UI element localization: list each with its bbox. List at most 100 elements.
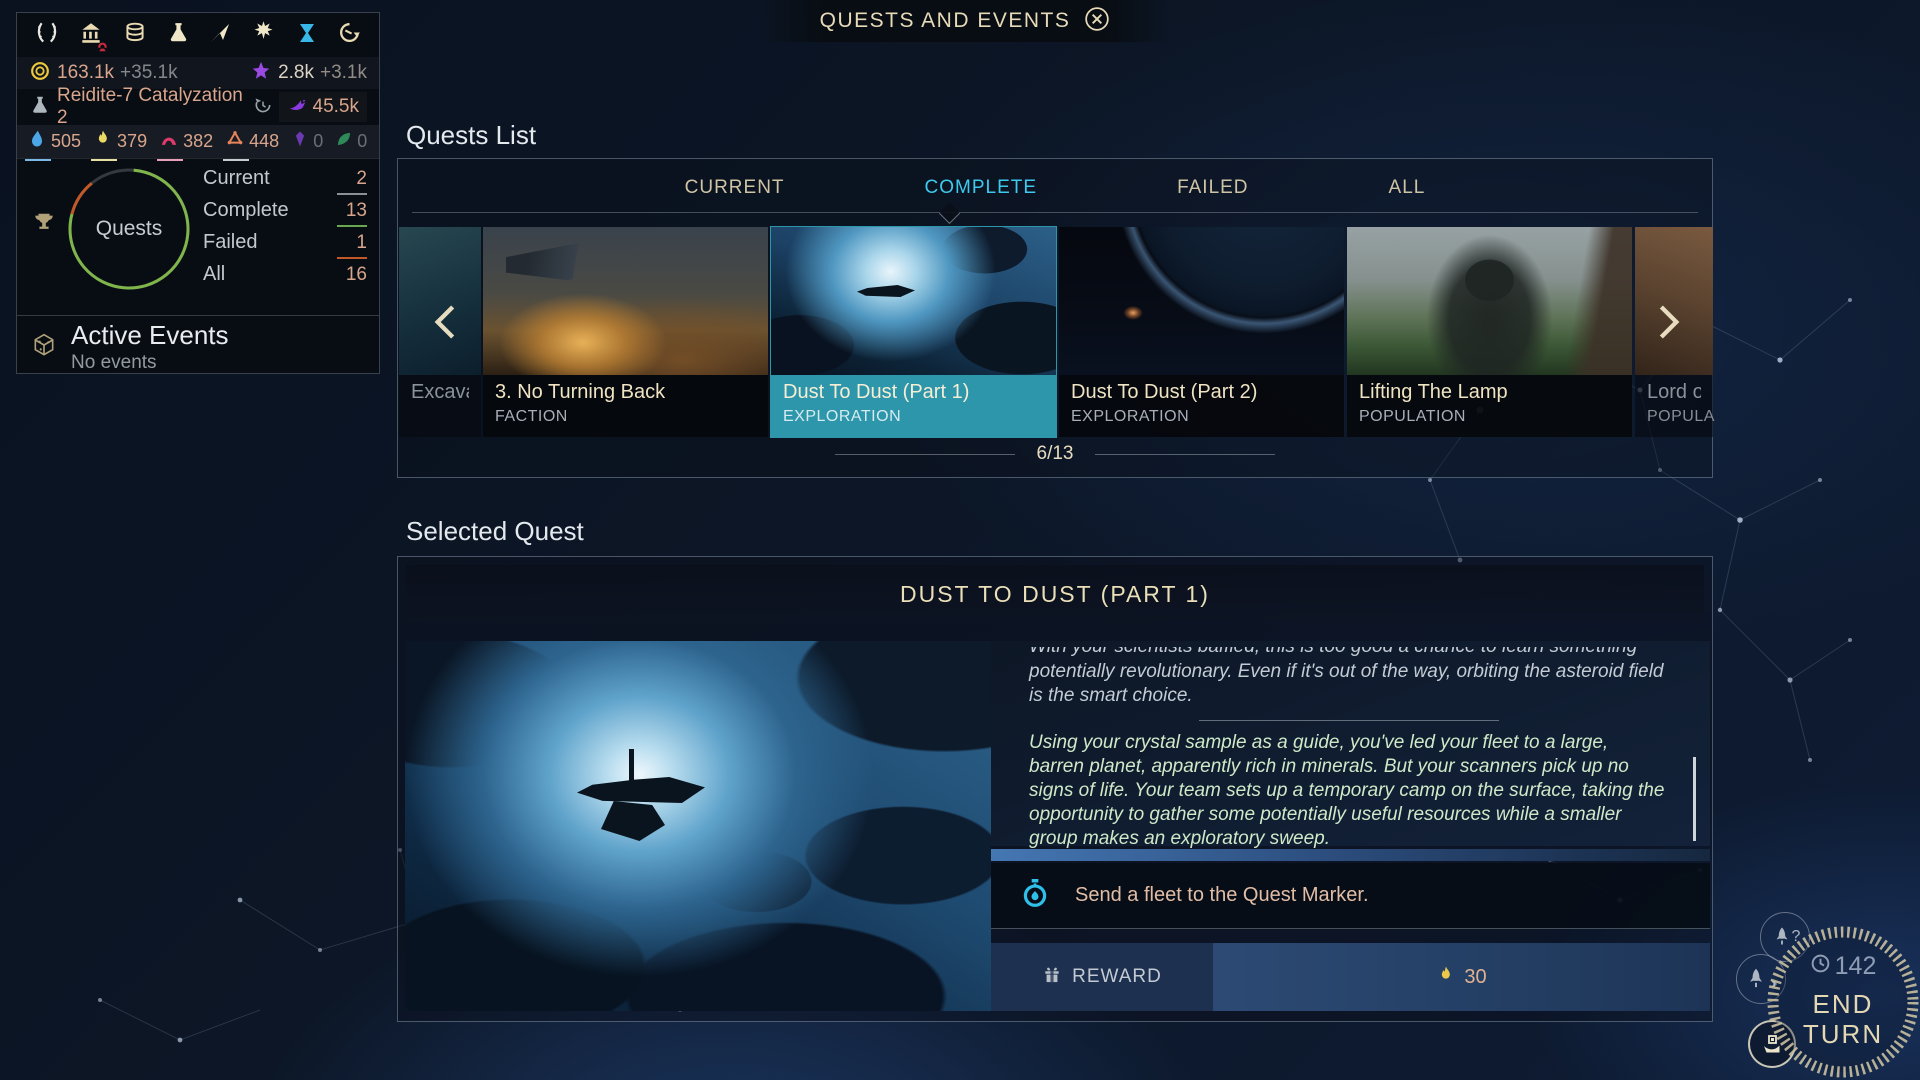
active-events-title: Active Events [71, 320, 229, 351]
strategic-hyperium[interactable]: 379 [93, 129, 147, 154]
turn-timer: 142 [1810, 952, 1877, 981]
gold-coin-icon [29, 60, 51, 87]
tab-complete[interactable]: COMPLETE [915, 173, 1048, 209]
active-events-empty: No events [71, 352, 157, 374]
reward-value: 30 [1464, 966, 1486, 989]
quests-row-complete: Complete 13 [203, 199, 367, 231]
description-divider [1199, 720, 1499, 721]
dust-coins-icon[interactable] [122, 20, 148, 51]
gold-value: 163.1k [57, 62, 114, 84]
quests-ring-label: Quests [63, 163, 195, 295]
dice-icon [31, 332, 57, 363]
quest-description-p2: Using your crystal sample as a guide, yo… [1029, 731, 1668, 851]
quests-list-title: Quests List [406, 120, 536, 151]
empire-hud-panel: 163.1k +35.1k 2.8k +3.1k Reidite-7 Catal… [16, 12, 380, 374]
quests-summary: Quests Current 2 Complete 13 Failed 1 Al… [17, 159, 379, 315]
sun-gear-icon[interactable] [250, 19, 277, 51]
quest-filter-tabs: CURRENT COMPLETE FAILED ALL [398, 173, 1712, 209]
description-scrollbar[interactable] [1693, 757, 1696, 841]
quests-row-all: All 16 [203, 263, 367, 295]
selected-quest-image [405, 641, 991, 1011]
end-turn-button[interactable]: 142 END TURN [1763, 922, 1920, 1080]
quest-card-lifting-the-lamp[interactable]: Lifting The LampPOPULATION [1347, 227, 1632, 437]
strategic-resources-row: 505 379 382 448 0 [17, 125, 379, 159]
trade-icon[interactable] [337, 20, 362, 50]
turn-clock-icon [1810, 952, 1831, 981]
quest-card-carousel: Excava. 3. No Turning BackFACTION Dust T… [398, 227, 1712, 437]
hud-menu-icons [17, 13, 379, 57]
quest-card-dust-to-dust-2[interactable]: Dust To Dust (Part 2)EXPLORATION [1059, 227, 1344, 437]
empire-icon[interactable] [78, 20, 104, 51]
quest-description-p1: potentially revolutionary. Even if it's … [1029, 660, 1668, 708]
antimatter-icon [225, 129, 245, 154]
quadrinix-icon [291, 130, 309, 153]
tab-all[interactable]: ALL [1379, 173, 1436, 209]
tab-current[interactable]: CURRENT [675, 173, 795, 209]
screen-header: QUESTS AND EVENTS [760, 0, 1170, 42]
quest-description-clipped-line: With your scientists baffled, this is to… [1029, 647, 1668, 660]
quest-card-dust-to-dust-1[interactable]: Dust To Dust (Part 1)EXPLORATION [771, 227, 1056, 437]
quest-card-image [1347, 227, 1632, 375]
turn-number: 142 [1835, 952, 1877, 981]
science-stock-chip: 45.5k [279, 92, 367, 122]
influence-value: 2.8k [278, 62, 314, 84]
strategic-antimatter[interactable]: 448 [225, 129, 279, 154]
reward-value-area: 30 [1213, 943, 1710, 1011]
strategic-quadrinix[interactable]: 0 [291, 130, 323, 153]
selected-quest-header: DUST TO DUST (PART 1) [406, 565, 1704, 623]
end-turn-label-2: TURN [1803, 1019, 1883, 1049]
laurel-icon[interactable] [34, 20, 60, 51]
science-stock-value: 45.5k [313, 96, 359, 118]
influence-delta: +3.1k [320, 62, 367, 84]
science-swoosh-icon [287, 94, 309, 121]
selected-quest-title-label: Selected Quest [406, 516, 584, 547]
end-turn-label-1: END [1813, 989, 1874, 1019]
quest-objective-bar: Send a fleet to the Quest Marker. [991, 863, 1710, 929]
strategic-adamantian[interactable]: 382 [159, 129, 213, 154]
quests-row-current: Current 2 [203, 167, 367, 199]
strategic-orichalcix[interactable]: 0 [335, 130, 367, 153]
game-screen: 163.1k +35.1k 2.8k +3.1k Reidite-7 Catal… [0, 0, 1920, 1080]
quest-reward-bar: REWARD 30 [991, 943, 1710, 1011]
science-flask-icon[interactable] [166, 20, 191, 50]
description-progress-bar [991, 849, 1710, 861]
quest-card-image [771, 227, 1056, 375]
explore-arrow-icon[interactable] [208, 21, 232, 50]
quests-summary-rows: Current 2 Complete 13 Failed 1 All 16 [203, 167, 367, 295]
quests-row-failed: Failed 1 [203, 231, 367, 263]
trophy-icon [33, 211, 55, 238]
quest-card-image [1059, 227, 1344, 375]
close-icon[interactable] [1084, 6, 1110, 37]
influence-star-icon [250, 60, 272, 87]
carousel-pager: 6/13 [398, 443, 1712, 465]
quest-card-no-turning-back[interactable]: 3. No Turning BackFACTION [483, 227, 768, 437]
reward-tab[interactable]: REWARD [991, 943, 1213, 1011]
selected-quest-name: DUST TO DUST (PART 1) [900, 581, 1210, 608]
carousel-page-indicator: 6/13 [1037, 443, 1074, 465]
quest-description[interactable]: With your scientists baffled, this is to… [991, 641, 1710, 846]
selected-quest-panel: DUST TO DUST (PART 1) With your scientis… [397, 556, 1713, 1022]
gold-delta: +35.1k [120, 62, 178, 84]
research-row[interactable]: Reidite-7 Catalyzation 2 45.5k [17, 89, 379, 125]
tab-failed[interactable]: FAILED [1167, 173, 1258, 209]
strategic-titanium[interactable]: 505 [27, 129, 81, 154]
titanium-icon [27, 129, 47, 154]
gift-icon [1042, 965, 1062, 990]
active-events-section: Active Events No events [17, 315, 379, 374]
carousel-right-arrow[interactable] [1642, 287, 1694, 357]
tabs-underline [412, 212, 1698, 213]
quest-objective-text: Send a fleet to the Quest Marker. [1075, 884, 1369, 907]
stopwatch-icon [1019, 877, 1051, 914]
hyperium-icon [93, 129, 113, 154]
carousel-left-arrow[interactable] [420, 287, 472, 357]
reward-label: REWARD [1072, 966, 1162, 988]
quest-card-image [483, 227, 768, 375]
adamantian-icon [159, 129, 179, 154]
hyperium-reward-icon [1436, 965, 1456, 990]
quests-list-panel: CURRENT COMPLETE FAILED ALL Excava. 3. N… [397, 158, 1713, 478]
research-label: Reidite-7 Catalyzation 2 [57, 85, 247, 129]
hourglass-icon[interactable] [295, 21, 319, 50]
orichalcix-icon [335, 130, 353, 153]
research-flask-icon [29, 94, 51, 121]
screen-title: QUESTS AND EVENTS [820, 9, 1071, 33]
